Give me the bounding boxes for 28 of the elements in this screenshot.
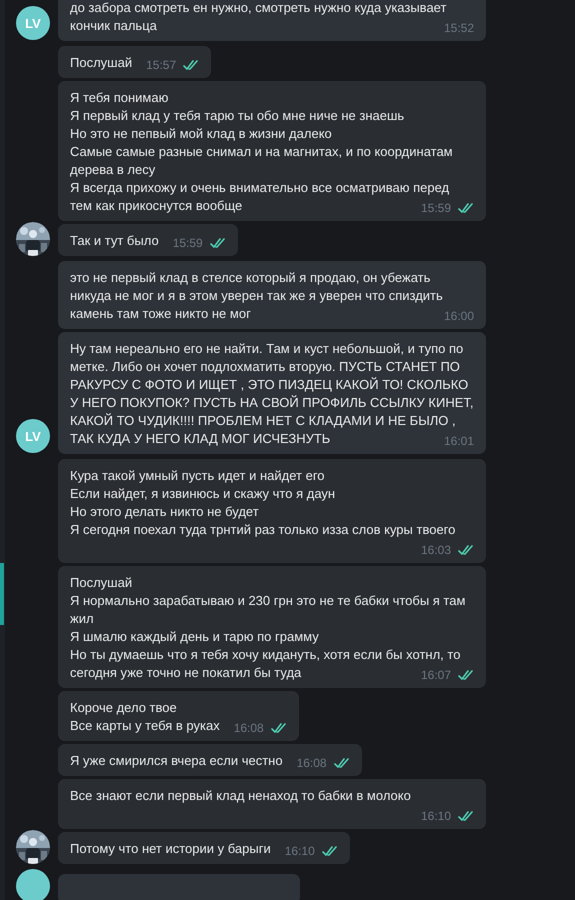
message-bubble: Короче дело твое Все карты у тебя в руках 16:08 [58,691,299,741]
avatar[interactable]: LV [16,419,50,453]
message-bubble: Послушай 15:57 [58,46,212,78]
message-time: 15:59 [420,201,451,215]
message-time: 16:08 [296,756,327,770]
message-time: 15:59 [172,236,203,250]
message-time: 15:57 [146,58,176,72]
message-bubble: Послушай Я нормально зарабатываю и 230 грн это не те бабки чтобы я там жил Я шмалю каждый день и тарю по грамму Но ты думаешь что я тебя хочу кидануть, хотя если бы хотнл, то сегодня уже точно не покатил бы туда 16:07 [58,566,486,688]
message-time: 16:03 [420,543,451,557]
message-time: 16:00 [444,309,474,323]
message-bubble: до забора смотреть ен нужно, смотреть нужно куда указывает кончик пальца 15:52 [58,0,486,41]
avatar [16,869,50,900]
message-time: 15:52 [444,21,474,35]
message-time: 16:01 [444,434,474,448]
message-bubble: Потому что нет истории у барыги 16:10 [58,832,350,864]
scroll-indicator [0,563,4,625]
message-time: 16:10 [420,809,451,823]
message-bubble: Так и тут было 15:59 [58,224,238,256]
avatar[interactable]: LV [16,6,50,40]
message-time: 16:07 [420,668,451,682]
message-time: 16:08 [234,721,264,735]
message-bubble: Ну там нереально его не найти. Там и куст небольшой, и тупо по метке. Либо он хочет подлохматить вторую. ПУСТЬ СТАНЕТ ПО РАКУРСУ С ФОТО И ИЩЕТ , ЭТО ПИЗДЕЦ КАКОЙ ТО! СКОЛЬКО У НЕГО ПОКУПОК? ПУСТЬ НА СВОЙ ПРОФИЛЬ ССЫЛКУ КИНЕТ, КАКОЙ ТО ЧУДИК!!!! ПРОБЛЕМ НЕТ С КЛАДАМИ И НЕ БЫЛО , ТАК КУДА У НЕГО КЛАД МОГ ИСЧЕЗНУТЬ 16:01 [58,332,486,454]
message-bubble: Я уже смирился вчера если честно 16:08 [58,744,362,776]
message-bubble: Я тебя понимаю Я первый клад у тебя тарю ты обо мне ниче не знаешь Но это не пепвый мой клад в жизни далеко Самые самые разные снимал и на магнитах, и по координатам дерева в лесу Я всегда прихожу и очень внимательно все осматриваю перед тем как прикоснутся вообще 15:59 [58,81,486,221]
message-time: 16:10 [284,844,315,858]
message-bubble: Кура такой умный пусть идет и найдет его Если найдет, я извинюсь и скажу что я даун Но этого делать никто не будет Я сегодня поехал туда трнтий раз только изза слов куры твоего 16:03 [58,459,486,563]
message-bubble: это не первый клад в стелсе который я продаю, он убежать никуда не мог и я в этом уверен так же я уверен что спиздить камень там тоже никто не мог 16:00 [58,261,486,329]
message-bubble: Все знают если первый клад ненаход то бабки в молоко 16:10 [58,779,486,829]
